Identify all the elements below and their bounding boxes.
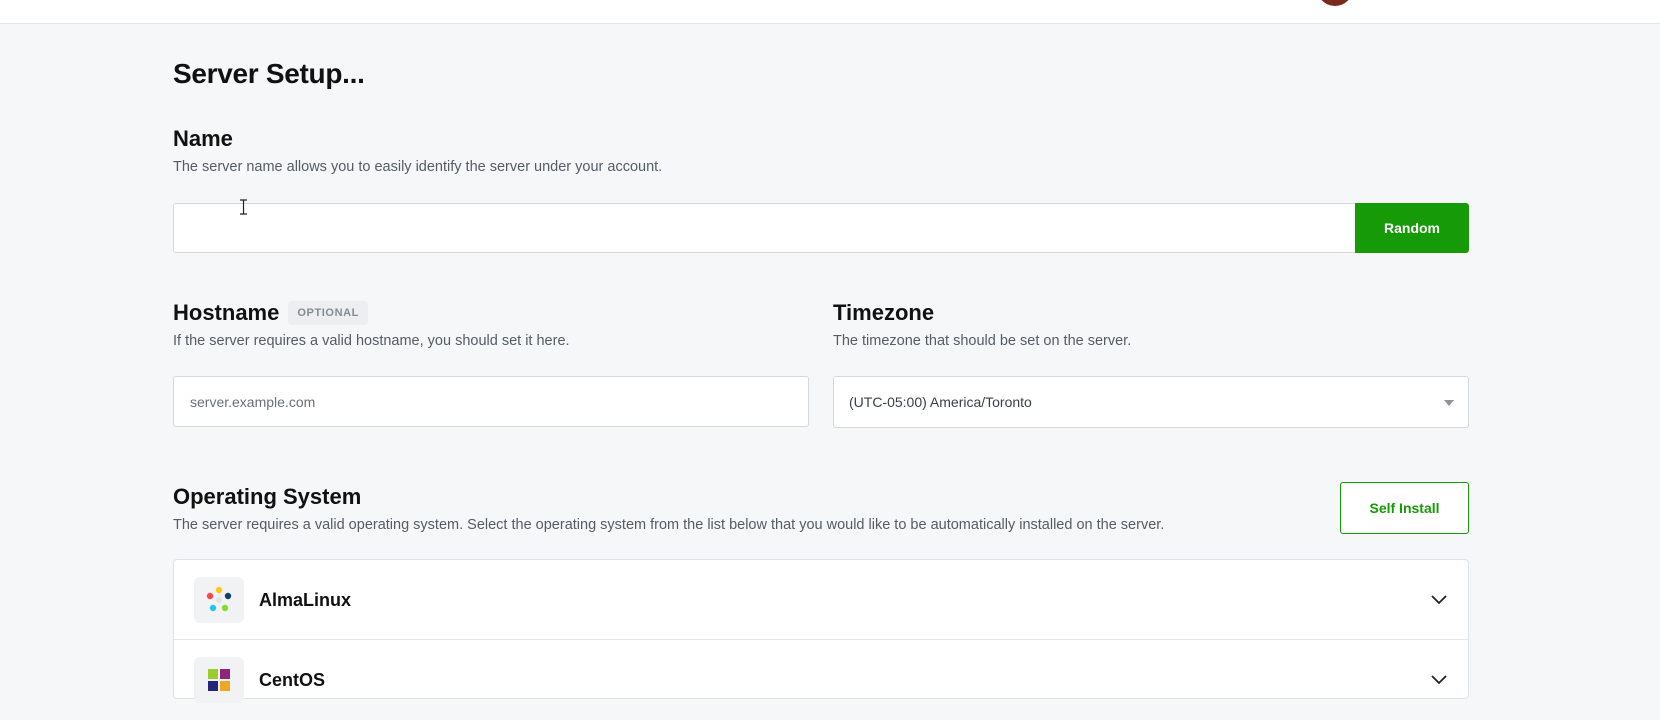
hostname-section-title: Hostname [173,300,280,325]
random-name-button[interactable]: Random [1355,203,1469,253]
os-item-centos[interactable]: CentOS [174,640,1468,720]
name-section-description: The server name allows you to easily ide… [173,159,663,175]
os-name: CentOS [259,670,326,690]
top-navbar [0,0,1660,24]
os-name: AlmaLinux [259,590,352,610]
almalinux-logo-icon [194,577,244,623]
hostname-input[interactable] [173,376,809,427]
chevron-down-icon[interactable] [1430,670,1448,688]
os-item-almalinux[interactable]: AlmaLinux [174,560,1468,640]
caret-down-icon [1444,400,1454,406]
os-list: AlmaLinux CentOS [173,559,1469,703]
optional-badge: OPTIONAL [288,301,368,325]
centos-logo-icon [194,657,244,703]
hostname-section-description: If the server requires a valid hostname,… [173,333,570,349]
user-avatar[interactable] [1317,0,1353,6]
timezone-select[interactable]: (UTC-05:00) America/Toronto [833,376,1469,428]
os-section-title: Operating System [173,484,362,509]
chevron-down-icon[interactable] [1430,590,1448,608]
name-section-title: Name [173,126,233,151]
timezone-section-title: Timezone [833,300,935,325]
text-cursor-icon [240,199,247,215]
timezone-selected-value: (UTC-05:00) America/Toronto [849,394,1032,410]
timezone-section-description: The timezone that should be set on the s… [833,333,1132,349]
self-install-button[interactable]: Self Install [1340,482,1469,534]
hostname-section-header: Hostname OPTIONAL [173,300,368,326]
server-name-input[interactable] [173,203,1356,253]
os-section-description: The server requires a valid operating sy… [173,517,1165,533]
page-title: Server Setup... [173,58,365,89]
